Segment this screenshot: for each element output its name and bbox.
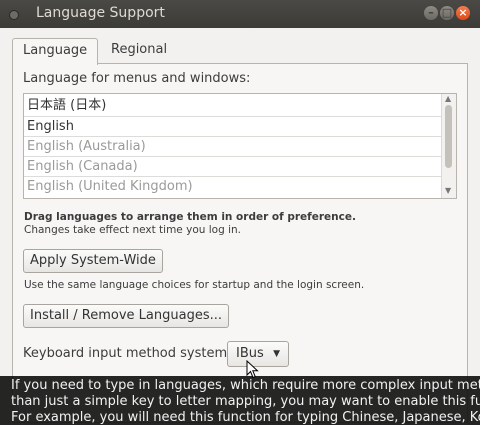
language-list-scrollbar[interactable]: ▲ ▼	[441, 94, 456, 198]
window-title: Language Support	[36, 5, 165, 21]
language-item[interactable]: English	[24, 116, 444, 136]
drag-hint: Drag languages to arrange them in order …	[24, 211, 356, 223]
scroll-up-icon[interactable]: ▲	[445, 94, 451, 103]
input-method-value: IBus	[236, 346, 264, 361]
input-method-label: Keyboard input method system:	[23, 346, 232, 361]
chevron-down-icon: ▼	[273, 349, 280, 359]
tooltip-line: than just a simple key to letter mapping…	[11, 394, 480, 409]
mouse-pointer-icon	[246, 360, 259, 379]
tab-language[interactable]: Language	[12, 38, 99, 65]
apply-system-wide-button[interactable]: Apply System-Wide	[23, 249, 163, 273]
title-bar[interactable]: Language Support – □ ×	[0, 0, 480, 28]
maximize-button[interactable]: □	[440, 6, 454, 20]
apply-hint: Use the same language choices for startu…	[24, 279, 365, 291]
tab-regional-formats[interactable]: Regional Formats	[101, 38, 177, 81]
scroll-down-icon[interactable]: ▼	[445, 186, 451, 195]
tooltip-line: For example, you will need this function…	[11, 410, 480, 425]
language-list[interactable]: 日本語 (日本) English English (Australia) Eng…	[23, 93, 457, 199]
install-remove-languages-button[interactable]: Install / Remove Languages...	[23, 304, 229, 328]
language-item[interactable]: English (United Kingdom)	[24, 176, 444, 196]
minimize-button[interactable]: –	[424, 6, 438, 20]
language-item[interactable]: 日本語 (日本)	[24, 96, 444, 116]
language-support-window: Language Support – □ × Language Regional…	[0, 0, 480, 425]
language-item[interactable]: English (Canada)	[24, 156, 444, 176]
window-menu-icon[interactable]	[9, 10, 19, 20]
language-list-heading: Language for menus and windows:	[23, 71, 251, 86]
scrollbar-thumb[interactable]	[445, 105, 452, 168]
changes-hint: Changes take effect next time you log in…	[24, 224, 241, 236]
close-button[interactable]: ×	[456, 6, 470, 20]
input-method-tooltip: If you need to type in languages, which …	[0, 376, 480, 425]
tooltip-line: If you need to type in languages, which …	[11, 378, 480, 393]
language-item[interactable]: English (Australia)	[24, 136, 444, 156]
